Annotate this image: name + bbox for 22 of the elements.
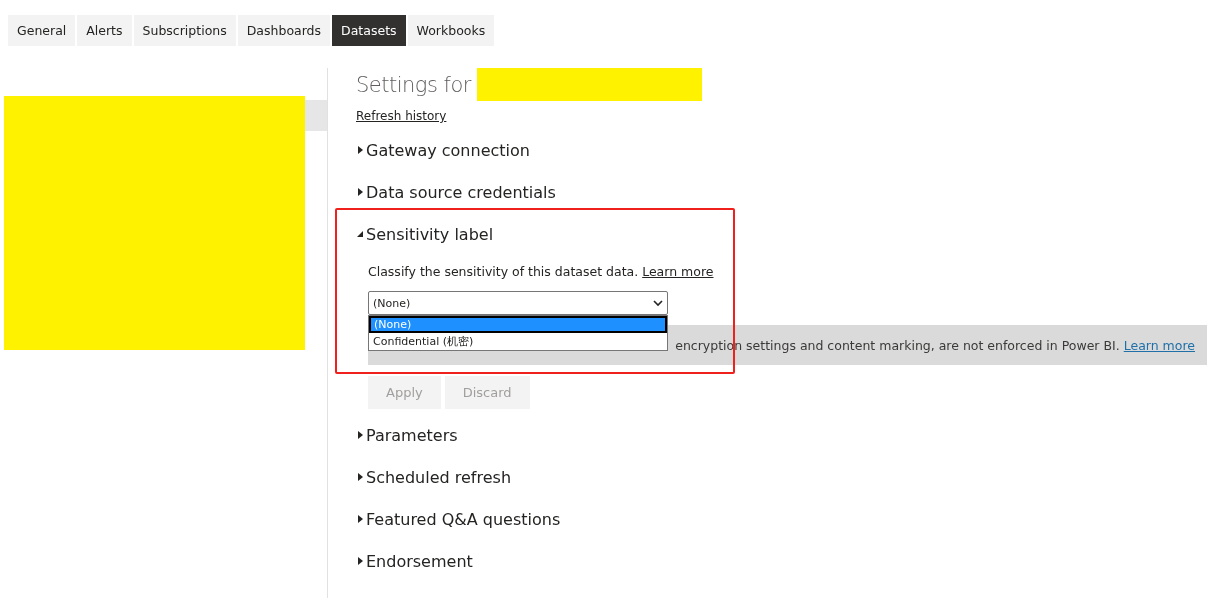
sidebar-item[interactable] xyxy=(305,100,327,131)
page-title: Settings for xyxy=(356,72,471,97)
tab[interactable]: Dashboards xyxy=(237,15,331,46)
section-header[interactable]: Gateway connection xyxy=(356,134,530,166)
tab[interactable]: Alerts xyxy=(77,15,132,46)
section-header[interactable]: Parameters xyxy=(356,419,458,451)
section-header[interactable]: Endorsement xyxy=(356,545,473,577)
chevron-down-icon xyxy=(653,299,663,307)
learn-more-link[interactable]: Learn more xyxy=(1123,337,1195,353)
dropdown-option[interactable]: Confidential (机密) xyxy=(369,333,667,350)
sensitivity-dropdown[interactable]: (None) xyxy=(368,291,668,315)
description-text: Classify the sensitivity of this dataset data. Learn more xyxy=(368,264,715,279)
tab[interactable]: General xyxy=(8,15,76,46)
section-header[interactable]: Data source credentials xyxy=(356,176,556,208)
tab[interactable]: Workbooks xyxy=(407,15,495,46)
tab[interactable]: Datasets xyxy=(332,15,406,46)
section-header[interactable]: Featured Q&A questions xyxy=(356,503,561,535)
tab[interactable]: Subscriptions xyxy=(133,15,236,46)
learn-more-link[interactable]: Learn more xyxy=(642,264,714,279)
section-header[interactable]: Sensitivity label xyxy=(356,218,494,250)
refresh-history-link[interactable]: Refresh history xyxy=(356,109,447,123)
section-header[interactable]: Scheduled refresh xyxy=(356,461,511,493)
